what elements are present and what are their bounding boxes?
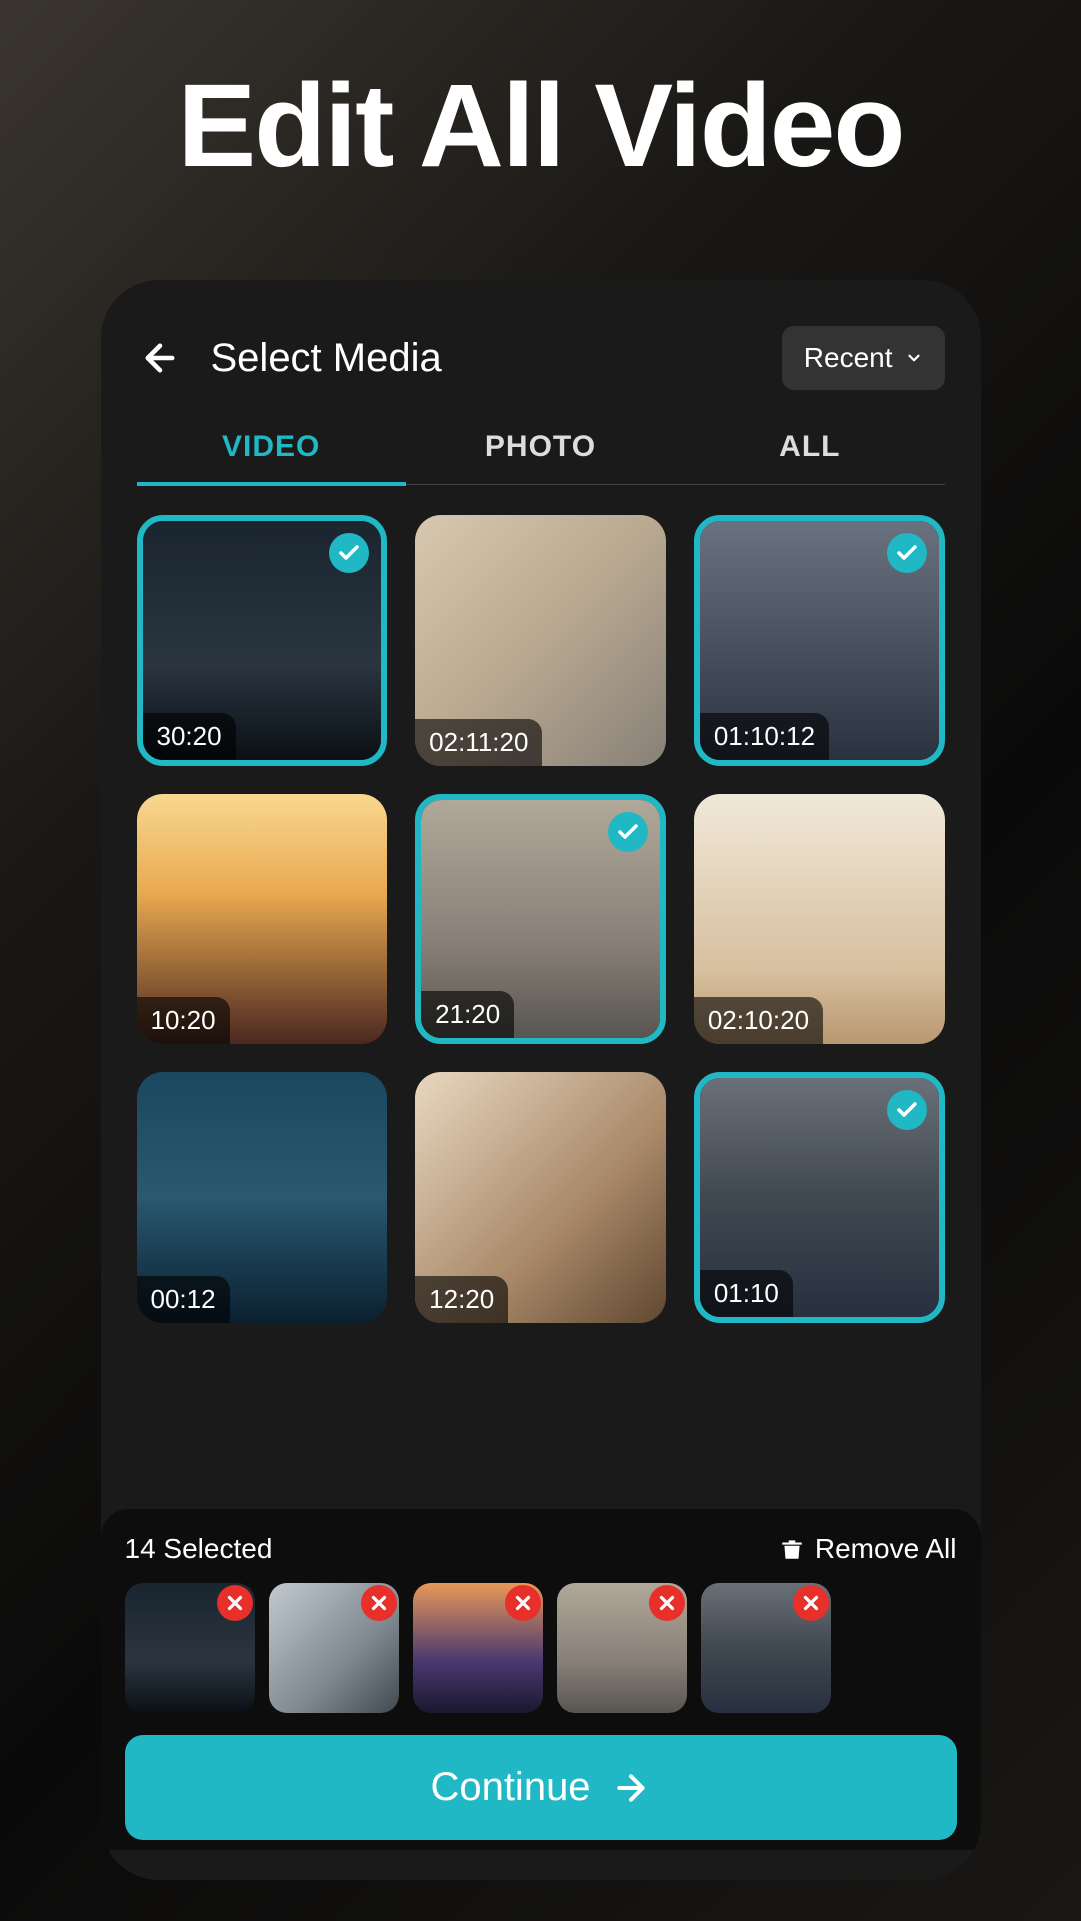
continue-label: Continue bbox=[430, 1765, 590, 1810]
duration-label: 00:12 bbox=[137, 1276, 230, 1323]
tab-all[interactable]: ALL bbox=[675, 430, 944, 484]
back-button[interactable] bbox=[137, 335, 183, 381]
chevron-down-icon bbox=[905, 349, 923, 367]
selection-panel: 14 Selected Remove All Continue bbox=[101, 1509, 981, 1850]
check-icon bbox=[608, 812, 648, 852]
panel-header: 14 Selected Remove All bbox=[125, 1533, 957, 1565]
dropdown-label: Recent bbox=[804, 342, 893, 374]
duration-label: 30:20 bbox=[143, 713, 236, 760]
tabs: VIDEO PHOTO ALL bbox=[137, 430, 945, 485]
remove-button[interactable] bbox=[505, 1585, 541, 1621]
selected-tile[interactable] bbox=[413, 1583, 543, 1713]
remove-button[interactable] bbox=[649, 1585, 685, 1621]
hero-title: Edit All Video bbox=[178, 58, 904, 194]
media-tile[interactable]: 02:10:20 bbox=[694, 794, 945, 1045]
check-icon bbox=[329, 533, 369, 573]
remove-button[interactable] bbox=[217, 1585, 253, 1621]
page-title: Select Media bbox=[211, 336, 442, 381]
media-tile[interactable]: 30:20 bbox=[137, 515, 388, 766]
check-icon bbox=[887, 1090, 927, 1130]
header-left: Select Media bbox=[137, 335, 442, 381]
app-header: Select Media Recent bbox=[137, 326, 945, 390]
duration-label: 12:20 bbox=[415, 1276, 508, 1323]
selected-tile[interactable] bbox=[557, 1583, 687, 1713]
media-tile[interactable]: 01:10:12 bbox=[694, 515, 945, 766]
media-tile[interactable]: 10:20 bbox=[137, 794, 388, 1045]
check-icon bbox=[887, 533, 927, 573]
duration-label: 02:10:20 bbox=[694, 997, 823, 1044]
selected-count: 14 Selected bbox=[125, 1533, 273, 1565]
media-tile[interactable]: 01:10 bbox=[694, 1072, 945, 1323]
arrow-right-icon bbox=[611, 1768, 651, 1808]
phone-frame: Select Media Recent VIDEO PHOTO ALL 30:2… bbox=[101, 280, 981, 1880]
remove-button[interactable] bbox=[793, 1585, 829, 1621]
remove-all-button[interactable]: Remove All bbox=[779, 1533, 957, 1565]
duration-label: 01:10 bbox=[700, 1270, 793, 1317]
trash-icon bbox=[779, 1536, 805, 1562]
selected-tile[interactable] bbox=[701, 1583, 831, 1713]
media-tile[interactable]: 21:20 bbox=[415, 794, 666, 1045]
duration-label: 21:20 bbox=[421, 991, 514, 1038]
remove-all-label: Remove All bbox=[815, 1533, 957, 1565]
tab-video[interactable]: VIDEO bbox=[137, 430, 406, 486]
continue-button[interactable]: Continue bbox=[125, 1735, 957, 1840]
selected-row bbox=[125, 1583, 957, 1713]
sort-dropdown[interactable]: Recent bbox=[782, 326, 945, 390]
selected-tile[interactable] bbox=[125, 1583, 255, 1713]
remove-button[interactable] bbox=[361, 1585, 397, 1621]
media-tile[interactable]: 12:20 bbox=[415, 1072, 666, 1323]
tab-photo[interactable]: PHOTO bbox=[406, 430, 675, 484]
duration-label: 10:20 bbox=[137, 997, 230, 1044]
arrow-left-icon bbox=[139, 337, 181, 379]
duration-label: 02:11:20 bbox=[415, 719, 542, 766]
media-tile[interactable]: 00:12 bbox=[137, 1072, 388, 1323]
media-grid: 30:20 02:11:20 01:10:12 10:20 21:20 02:10:20 0… bbox=[137, 515, 945, 1323]
selected-tile[interactable] bbox=[269, 1583, 399, 1713]
media-tile[interactable]: 02:11:20 bbox=[415, 515, 666, 766]
duration-label: 01:10:12 bbox=[700, 713, 829, 760]
